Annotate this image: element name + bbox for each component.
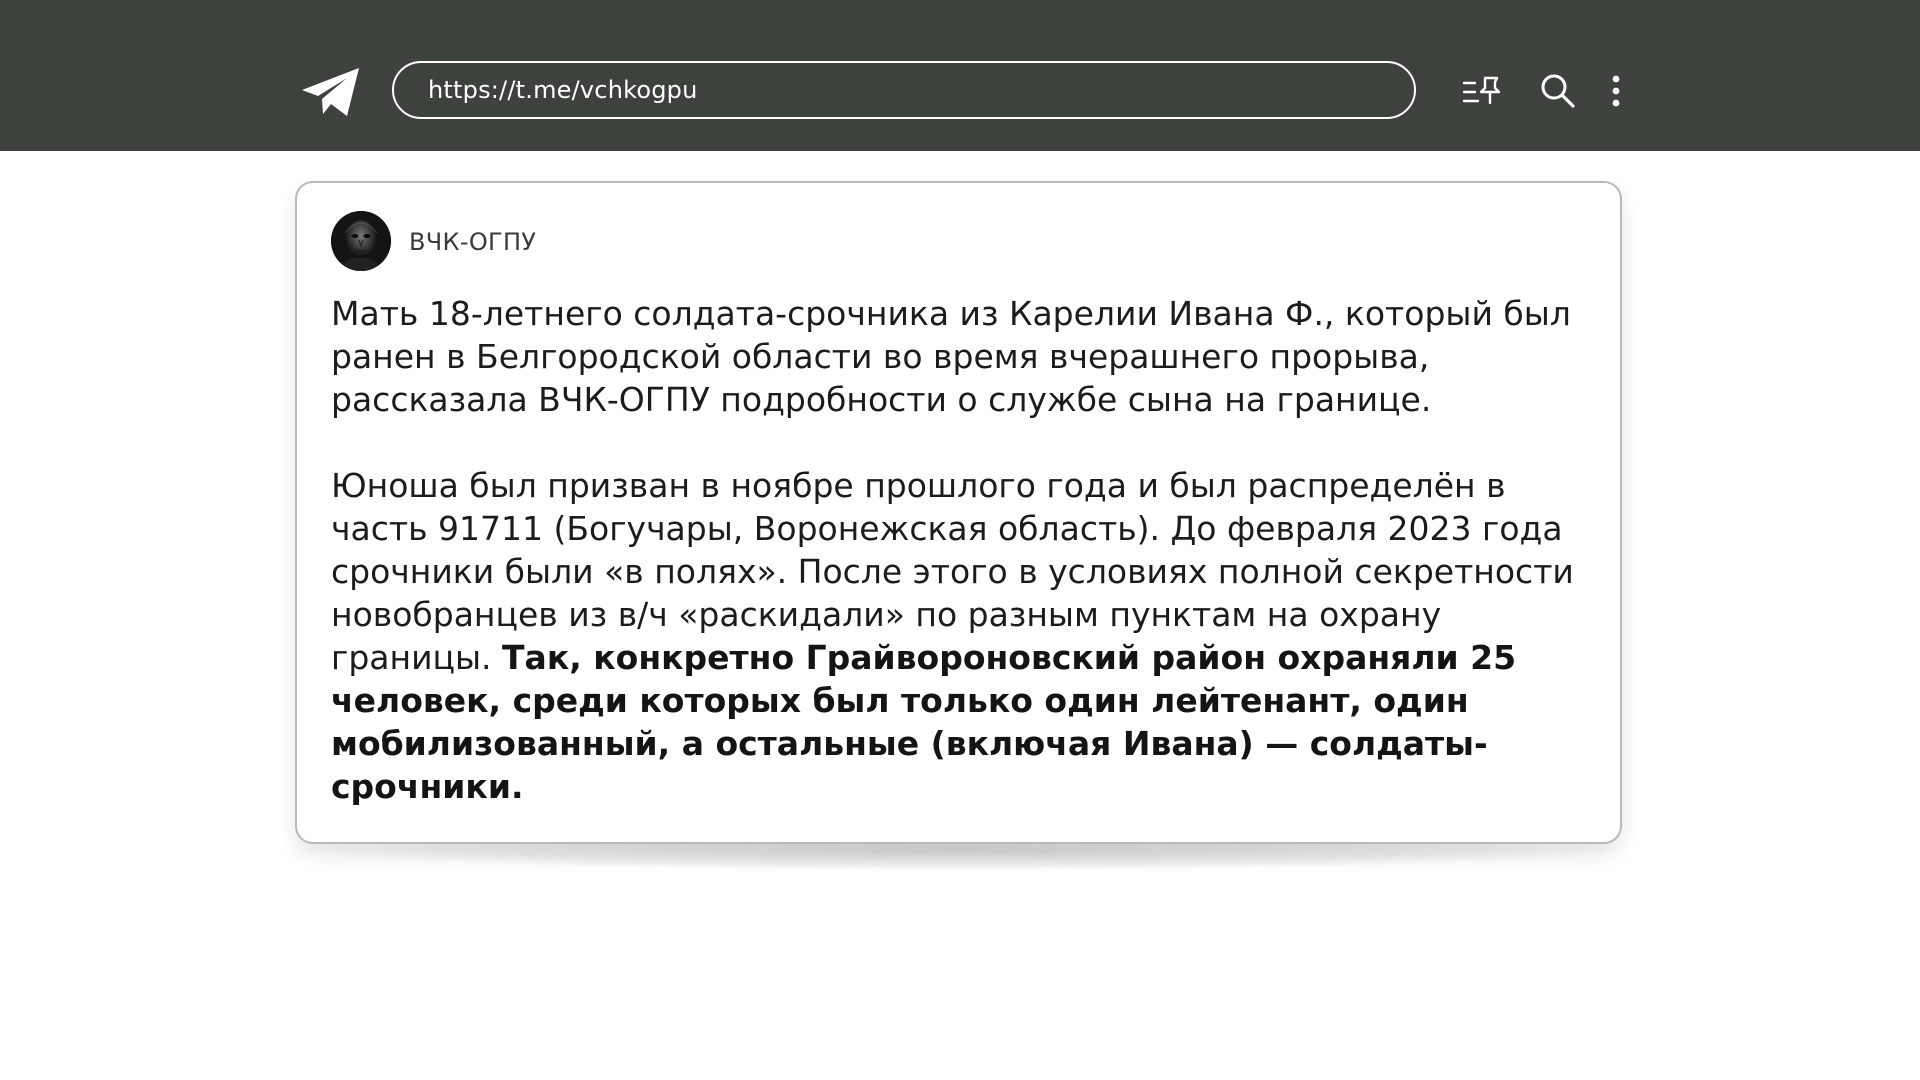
post-paragraph-2-bold: Так, конкретно Грайвороновский район охр… — [331, 638, 1517, 806]
pinned-list-icon — [1462, 76, 1501, 105]
more-vertical-icon — [1612, 75, 1620, 107]
post-paragraph-2: Юноша был призван в ноябре прошлого года… — [331, 464, 1601, 808]
pinned-list-button[interactable] — [1461, 70, 1503, 112]
telegram-logo-icon[interactable] — [301, 66, 361, 118]
url-text: https://t.me/vchkogpu — [428, 76, 698, 104]
channel-name[interactable]: ВЧК-ОГПУ — [409, 228, 536, 256]
search-button[interactable] — [1537, 70, 1579, 112]
post-card: ВЧК-ОГПУ Мать 18-летнего солдата-срочник… — [295, 181, 1622, 844]
post-text: Мать 18-летнего солдата-срочника из Каре… — [331, 292, 1601, 808]
channel-avatar[interactable] — [331, 211, 391, 271]
more-menu-button[interactable] — [1599, 70, 1633, 112]
url-bar[interactable]: https://t.me/vchkogpu — [392, 61, 1416, 119]
post-paragraph-1: Мать 18-летнего солдата-срочника из Каре… — [331, 294, 1571, 419]
search-icon — [1541, 74, 1575, 108]
avatar-portrait — [331, 211, 391, 271]
top-bar: https://t.me/vchkogpu — [0, 0, 1920, 151]
